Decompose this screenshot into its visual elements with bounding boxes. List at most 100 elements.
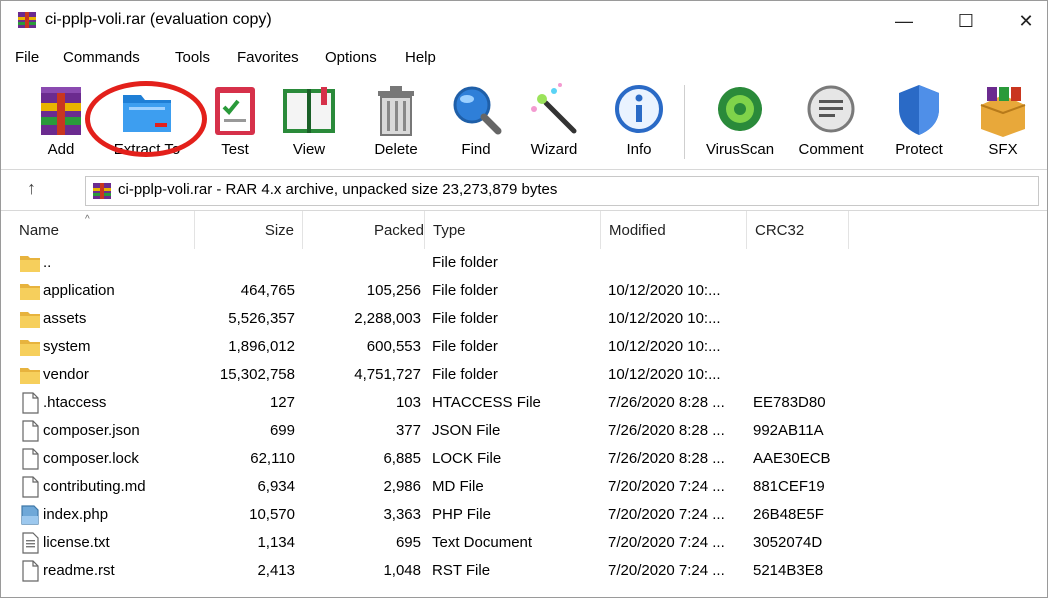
file-packed: 600,553 [366, 338, 421, 355]
protect-button[interactable]: Protect [883, 75, 955, 167]
archive-icon [93, 183, 111, 199]
file-row[interactable]: system 1,896,012 600,553 File folder 10/12/2… [1, 333, 1047, 361]
file-packed: 1,048 [383, 562, 421, 579]
file-packed: 2,986 [383, 478, 421, 495]
wizard-wand-icon [531, 83, 577, 134]
up-arrow-icon[interactable]: ↑ [27, 178, 36, 199]
archive-info-text: ci-pplp-voli.rar - RAR 4.x archive, unpa… [118, 181, 558, 198]
column-size-label: Size [264, 221, 294, 239]
address-bar: ↑ ci-pplp-voli.rar - RAR 4.x archive, un… [1, 169, 1047, 211]
sfx-label: SFX [988, 141, 1018, 158]
file-type: MD File [432, 478, 484, 495]
file-icon [19, 420, 41, 442]
window-title: ci-pplp-voli.rar (evaluation copy) [45, 11, 272, 28]
add-button[interactable]: Add [25, 75, 97, 167]
comment-button[interactable]: Comment [789, 75, 873, 167]
php-file-icon [19, 504, 41, 526]
file-row[interactable]: vendor 15,302,758 4,751,727 File folder 10/1… [1, 361, 1047, 389]
file-type: RST File [432, 562, 491, 579]
file-row[interactable]: assets 5,526,357 2,288,003 File folder 10/12… [1, 305, 1047, 333]
file-size: 15,302,758 [219, 366, 295, 383]
file-row[interactable]: composer.json 699 377 JSON File 7/26/2020 8:… [1, 417, 1047, 445]
menu-file[interactable]: File [15, 49, 39, 66]
file-modified: 10/12/2020 10:... [608, 366, 721, 383]
file-row[interactable]: index.php 10,570 3,363 PHP File 7/20/2020 7:… [1, 501, 1047, 529]
wizard-button[interactable]: Wizard [518, 75, 590, 167]
column-crc32-label: CRC32 [755, 221, 805, 239]
file-name: .. [43, 254, 52, 271]
close-button[interactable]: ✕ [1003, 1, 1047, 41]
file-modified: 10/12/2020 10:... [608, 282, 721, 299]
menu-options[interactable]: Options [325, 49, 377, 66]
archive-path-field[interactable]: ci-pplp-voli.rar - RAR 4.x archive, unpa… [85, 176, 1039, 206]
file-type: File folder [432, 254, 498, 271]
toolbar-separator [684, 85, 685, 159]
view-button[interactable]: View [273, 75, 345, 167]
file-modified: 10/12/2020 10:... [608, 338, 721, 355]
sfx-button[interactable]: SFX [967, 75, 1039, 167]
file-rows: .. File folder application 464,765 105,256 Fi… [1, 249, 1047, 585]
file-row[interactable]: readme.rst 2,413 1,048 RST File 7/20/2020 7:… [1, 557, 1047, 585]
add-archive-icon [41, 87, 81, 135]
column-crc32[interactable]: CRC32 [747, 211, 849, 249]
column-type[interactable]: Type [425, 211, 601, 249]
file-row[interactable]: composer.lock 62,110 6,885 LOCK File 7/26/20… [1, 445, 1047, 473]
shield-icon [899, 85, 939, 135]
file-type: File folder [432, 310, 498, 327]
winrar-window: ci-pplp-voli.rar (evaluation copy) — ☐ ✕… [0, 0, 1048, 598]
file-row[interactable]: contributing.md 6,934 2,986 MD File 7/20/202… [1, 473, 1047, 501]
menu-tools[interactable]: Tools [175, 49, 210, 66]
file-packed: 105,256 [366, 282, 421, 299]
folder-icon [19, 252, 41, 274]
extract-folder-icon [123, 95, 171, 132]
minimize-button[interactable]: — [881, 1, 927, 41]
file-type: PHP File [432, 506, 491, 523]
folder-icon [19, 336, 41, 358]
file-modified: 7/26/2020 8:28 ... [608, 394, 725, 411]
file-name: composer.lock [43, 450, 139, 467]
file-name: license.txt [43, 534, 110, 551]
column-name[interactable]: Name ^ [1, 211, 195, 249]
find-button[interactable]: Find [440, 75, 512, 167]
virusscan-button[interactable]: VirusScan [698, 75, 782, 167]
file-name: composer.json [43, 422, 140, 439]
menu-commands[interactable]: Commands [63, 49, 140, 66]
menu-help[interactable]: Help [405, 49, 436, 66]
text-file-icon [19, 532, 41, 554]
info-button[interactable]: Info [603, 75, 675, 167]
extract-to-button[interactable]: Extract To [111, 75, 183, 167]
title-bar[interactable]: ci-pplp-voli.rar (evaluation copy) — ☐ ✕ [1, 1, 1047, 41]
delete-button[interactable]: Delete [360, 75, 432, 167]
file-type: File folder [432, 366, 498, 383]
test-label: Test [221, 141, 249, 158]
file-row[interactable]: .htaccess 127 103 HTACCESS File 7/26/2020 8:… [1, 389, 1047, 417]
menu-favorites[interactable]: Favorites [237, 49, 299, 66]
column-packed[interactable]: Packed [303, 211, 425, 249]
column-modified-label: Modified [609, 221, 666, 239]
file-size: 1,134 [257, 534, 295, 551]
file-modified: 7/20/2020 7:24 ... [608, 506, 725, 523]
file-size: 2,413 [257, 562, 295, 579]
view-book-icon [283, 87, 335, 133]
file-name: application [43, 282, 115, 299]
file-crc32: 5214B3E8 [753, 562, 824, 579]
column-modified[interactable]: Modified [601, 211, 747, 249]
folder-icon [19, 308, 41, 330]
column-size[interactable]: Size [195, 211, 303, 249]
file-row[interactable]: application 464,765 105,256 File folder 10/1… [1, 277, 1047, 305]
delete-label: Delete [374, 141, 418, 158]
protect-label: Protect [895, 141, 943, 158]
test-button[interactable]: Test [199, 75, 271, 167]
maximize-button[interactable]: ☐ [943, 1, 989, 41]
column-type-label: Type [433, 221, 466, 239]
file-row[interactable]: license.txt 1,134 695 Text Document 7/20/202… [1, 529, 1047, 557]
virusscan-label: VirusScan [705, 141, 775, 158]
file-crc32: 3052074D [753, 534, 823, 551]
file-name: assets [43, 310, 87, 327]
file-size: 5,526,357 [228, 310, 295, 327]
file-row[interactable]: .. File folder [1, 249, 1047, 277]
file-packed: 695 [395, 534, 421, 551]
file-type: Text Document [432, 534, 533, 551]
file-size: 464,765 [240, 282, 295, 299]
file-name: readme.rst [43, 562, 115, 579]
